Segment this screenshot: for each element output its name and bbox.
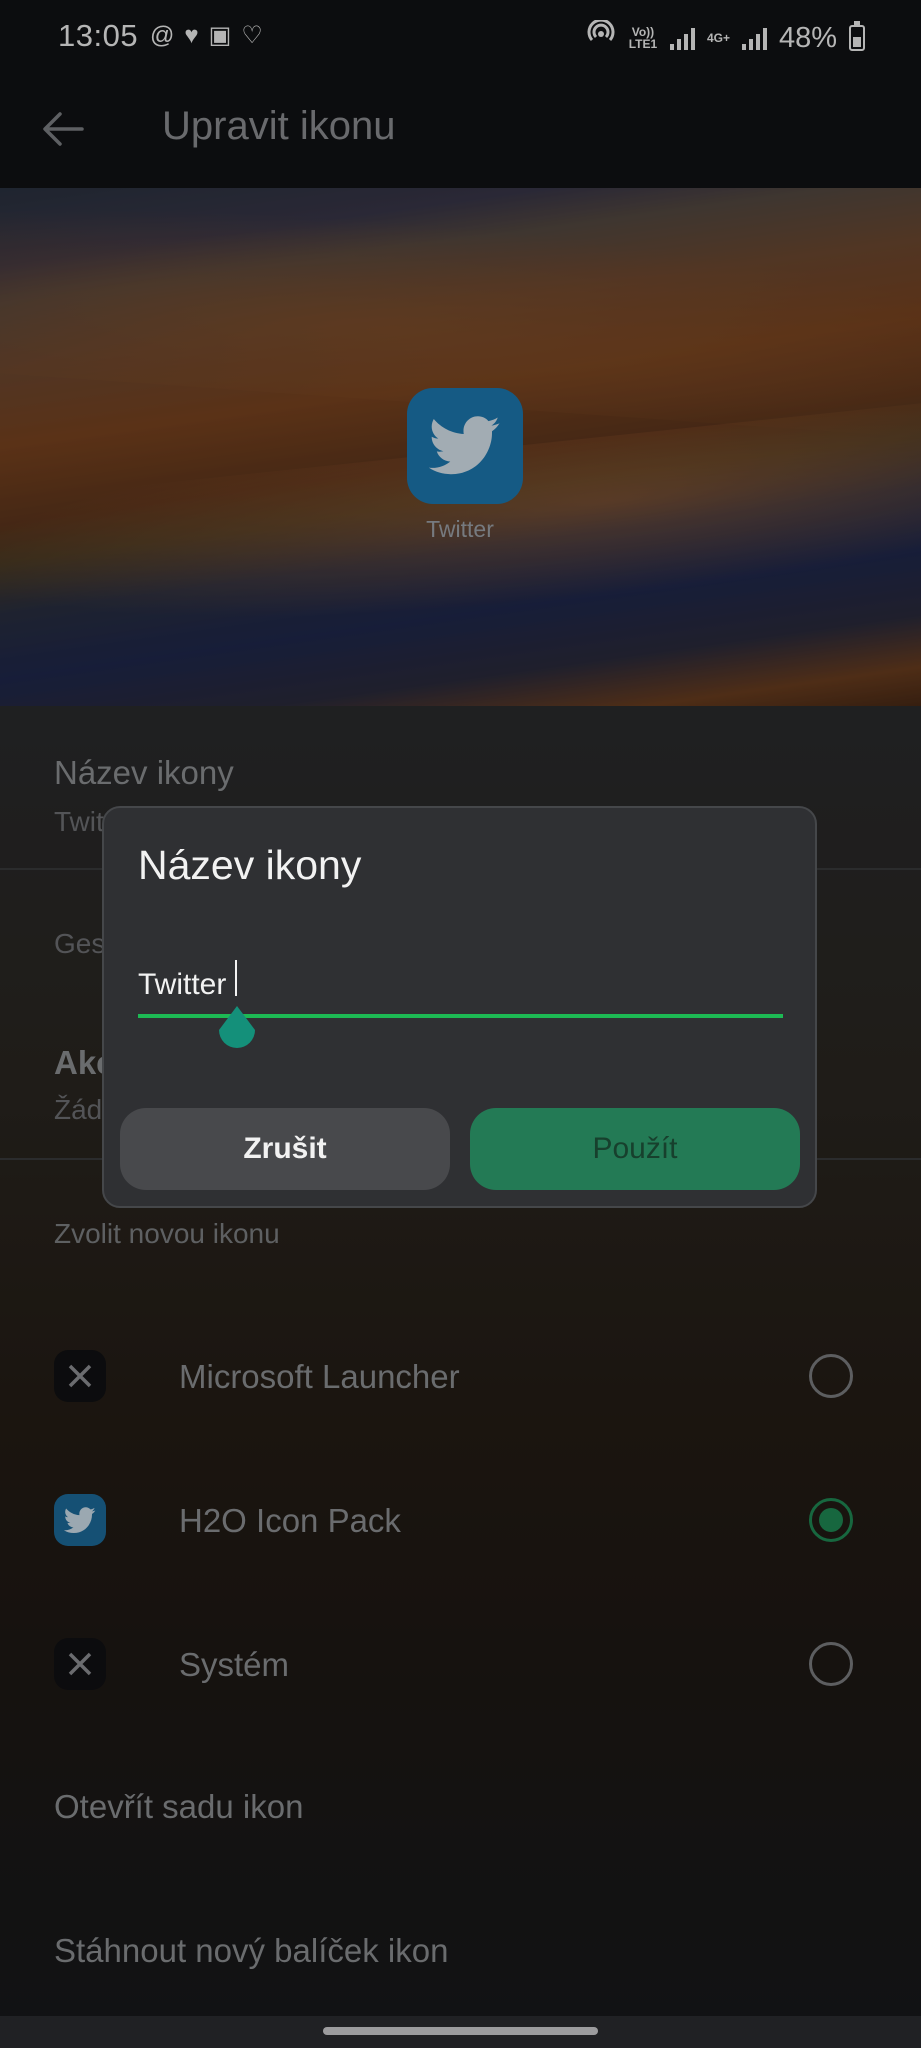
battery-icon	[849, 21, 865, 51]
back-arrow-icon[interactable]	[38, 104, 88, 154]
open-icon-pack-item[interactable]: Otevřít sadu ikon	[54, 1788, 303, 1826]
navigation-bar	[0, 2016, 921, 2048]
icon-pack-label: H2O Icon Pack	[179, 1502, 401, 1539]
page-title: Upravit ikonu	[162, 104, 396, 148]
x-logo-icon	[54, 1638, 106, 1690]
download-icon-pack-item[interactable]: Stáhnout nový balíček ikon	[54, 1932, 448, 1970]
twitter-bird-icon	[54, 1494, 106, 1546]
battery-percent: 48%	[778, 21, 837, 54]
home-gesture-handle[interactable]	[323, 2027, 598, 2035]
network-type-label: 4G+	[706, 31, 730, 45]
cancel-button[interactable]: Zrušit	[120, 1108, 450, 1190]
icon-name-title[interactable]: Název ikony	[54, 754, 234, 792]
hotspot-icon	[586, 18, 616, 56]
screen: 13:05 @ ♥ ▣ ♡ Vo)) LTE1 4G+ 48% Upravit …	[0, 0, 921, 2048]
icon-pack-label: Systém	[179, 1646, 290, 1683]
apply-button[interactable]: Použít	[470, 1108, 800, 1190]
at-sign-icon: @	[150, 22, 175, 49]
status-bar: 13:05 @ ♥ ▣ ♡ Vo)) LTE1 4G+ 48%	[0, 0, 921, 76]
heart-badge-icon: ♥	[184, 22, 199, 49]
radio-h2o-icon-pack[interactable]	[809, 1498, 853, 1542]
twitter-bird-icon	[429, 416, 500, 475]
volte-label: Vo)) LTE1	[628, 25, 658, 51]
icon-pack-label: Microsoft Launcher	[179, 1358, 460, 1395]
text-selection-handle[interactable]	[214, 1004, 260, 1058]
dialog-title: Název ikony	[138, 842, 362, 888]
signal-icon-2	[741, 26, 767, 50]
image-icon: ▣	[208, 22, 232, 49]
rename-icon-dialog: Název ikony Zrušit Použít	[102, 806, 817, 1208]
text-cursor	[235, 960, 237, 996]
app-bar: Upravit ikonu	[0, 76, 921, 188]
heart-outline-icon: ♡	[241, 22, 263, 49]
preview-app-icon	[407, 388, 523, 504]
preview-app-label: Twitter	[426, 516, 494, 542]
signal-icon-1	[669, 26, 695, 50]
x-logo-icon	[54, 1350, 106, 1402]
radio-microsoft-launcher[interactable]	[809, 1354, 853, 1398]
choose-icon-header: Zvolit novou ikonu	[54, 1218, 280, 1249]
status-time: 13:05	[58, 18, 139, 53]
notification-icons: @ ♥ ▣ ♡	[150, 22, 263, 50]
icon-preview: Twitter	[0, 188, 921, 706]
status-right: Vo)) LTE1 4G+ 48%	[586, 18, 865, 56]
radio-system[interactable]	[809, 1642, 853, 1686]
